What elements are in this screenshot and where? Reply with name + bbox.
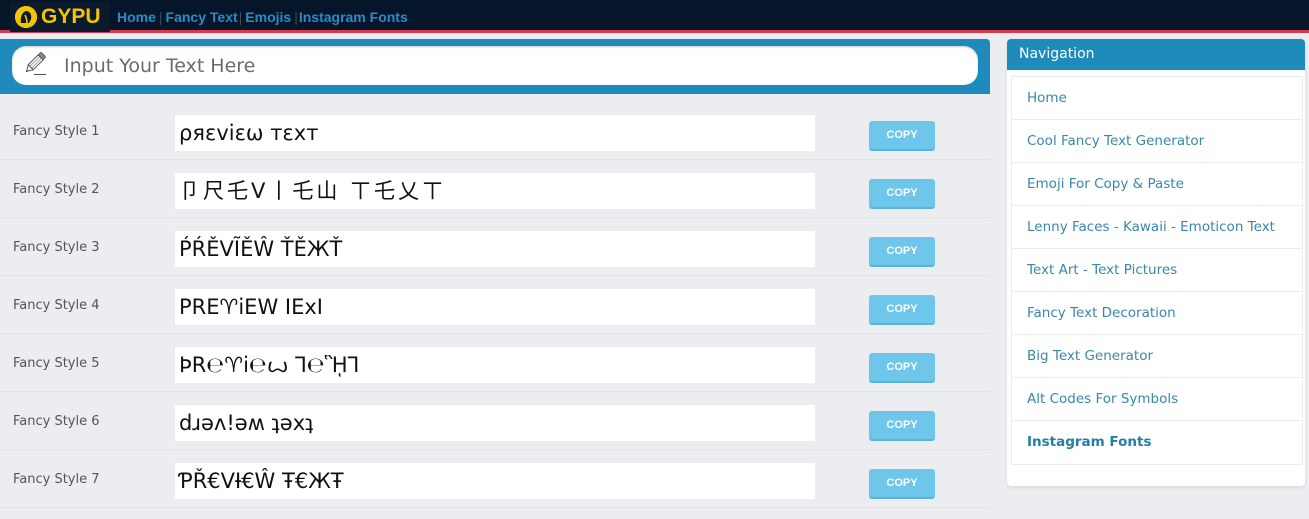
- style-preview[interactable]: 卩尺乇V丨乇山 ㄒ乇乂ㄒ: [175, 173, 815, 209]
- sidebar-item-big-text[interactable]: Big Text Generator: [1012, 335, 1302, 378]
- nav-link-fancy-text[interactable]: Fancy Text: [166, 9, 238, 25]
- copy-button[interactable]: COPY: [869, 179, 935, 209]
- text-input[interactable]: [64, 50, 944, 81]
- gypu-logo-icon: [15, 6, 37, 28]
- nav-separator: |: [294, 9, 298, 25]
- sidebar-title: Navigation: [1007, 39, 1305, 70]
- nav-separator: |: [158, 9, 163, 25]
- nav-separator: |: [238, 9, 243, 25]
- copy-button[interactable]: COPY: [869, 295, 935, 325]
- style-preview[interactable]: ƤŘ€VƗ€Ŵ Ŧ€ЖŦ: [175, 463, 815, 499]
- logo-text: GYPU: [41, 5, 101, 28]
- sidebar-item-fancy-decoration[interactable]: Fancy Text Decoration: [1012, 292, 1302, 335]
- style-label: Fancy Style 1: [13, 124, 100, 139]
- site-logo[interactable]: GYPU: [10, 2, 110, 32]
- nav-link-instagram-fonts[interactable]: Instagram Fonts: [299, 9, 408, 25]
- nav-link-emojis[interactable]: Emojis: [245, 9, 291, 25]
- copy-button[interactable]: COPY: [869, 411, 935, 441]
- style-label: Fancy Style 3: [13, 240, 100, 255]
- sidebar-item-home[interactable]: Home: [1012, 77, 1302, 120]
- style-row: Fancy Style 1 ρяεviεω тεxт COPY: [0, 102, 990, 160]
- sidebar-item-instagram-fonts[interactable]: Instagram Fonts: [1012, 421, 1302, 464]
- sidebar-item-cool-fancy-text[interactable]: Cool Fancy Text Generator: [1012, 120, 1302, 163]
- sidebar-item-alt-codes[interactable]: Alt Codes For Symbols: [1012, 378, 1302, 421]
- text-input-panel: [0, 39, 990, 94]
- style-preview[interactable]: ϷR℮♈i℮ꙍ Ꞁ℮ᾛꞀ: [175, 347, 815, 383]
- style-preview[interactable]: dɹǝʌ!ǝʍ ʇǝxʇ: [175, 405, 815, 441]
- copy-button[interactable]: COPY: [869, 237, 935, 267]
- pencil-icon: [12, 50, 48, 81]
- style-preview[interactable]: PRE♈iEW IExI: [175, 289, 815, 325]
- sidebar-list: Home Cool Fancy Text Generator Emoji For…: [1011, 76, 1303, 465]
- sidebar-item-emoji[interactable]: Emoji For Copy & Paste: [1012, 163, 1302, 206]
- top-navbar: GYPU Home | Fancy Text | Emojis | Instag…: [0, 0, 1309, 33]
- style-row: Fancy Style 3 ṔŔĚVĨĚŴ ŤĚЖŤ COPY: [0, 218, 990, 276]
- sidebar-item-lenny-faces[interactable]: Lenny Faces - Kawaii - Emoticon Text: [1012, 206, 1302, 249]
- nav-link-home[interactable]: Home: [117, 9, 156, 25]
- style-row: Fancy Style 5 ϷR℮♈i℮ꙍ Ꞁ℮ᾛꞀ COPY: [0, 334, 990, 392]
- style-label: Fancy Style 4: [13, 298, 100, 313]
- style-label: Fancy Style 5: [13, 356, 100, 371]
- style-row: Fancy Style 7 ƤŘ€VƗ€Ŵ Ŧ€ЖŦ COPY: [0, 450, 990, 508]
- style-label: Fancy Style 7: [13, 472, 100, 487]
- fancy-styles-list: Fancy Style 1 ρяεviεω тεxт COPY Fancy St…: [0, 102, 990, 508]
- style-label: Fancy Style 6: [13, 414, 100, 429]
- style-row: Fancy Style 4 PRE♈iEW IExI COPY: [0, 276, 990, 334]
- text-input-wrapper[interactable]: [12, 46, 978, 85]
- style-preview[interactable]: ρяεviεω тεxт: [175, 115, 815, 151]
- style-row: Fancy Style 2 卩尺乇V丨乇山 ㄒ乇乂ㄒ COPY: [0, 160, 990, 218]
- style-label: Fancy Style 2: [13, 182, 100, 197]
- style-preview[interactable]: ṔŔĚVĨĚŴ ŤĚЖŤ: [175, 231, 815, 267]
- navigation-sidebar: Navigation Home Cool Fancy Text Generato…: [1007, 39, 1305, 486]
- top-nav: Home | Fancy Text | Emojis | Instagram F…: [117, 9, 408, 25]
- copy-button[interactable]: COPY: [869, 469, 935, 499]
- style-row: Fancy Style 6 dɹǝʌ!ǝʍ ʇǝxʇ COPY: [0, 392, 990, 450]
- sidebar-item-text-art[interactable]: Text Art - Text Pictures: [1012, 249, 1302, 292]
- copy-button[interactable]: COPY: [869, 353, 935, 383]
- copy-button[interactable]: COPY: [869, 121, 935, 151]
